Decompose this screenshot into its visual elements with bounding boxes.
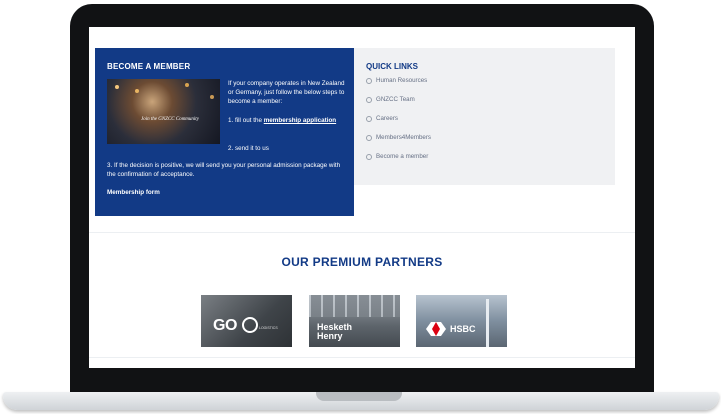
laptop-notch [316, 392, 402, 401]
partner-logo-hsbc[interactable]: HSBC [416, 295, 507, 347]
circle-bullet-icon [366, 153, 372, 160]
quick-link-careers[interactable]: Careers [366, 115, 398, 122]
quick-link-team[interactable]: GNZCC Team [366, 96, 415, 103]
membership-form-link[interactable]: Membership form [107, 188, 227, 197]
circle-bullet-icon [366, 96, 372, 103]
circle-bullet-icon [366, 77, 372, 84]
quick-link-members4members[interactable]: Members4Members [366, 134, 431, 141]
sky-tower-icon [486, 299, 489, 347]
photo-caption: Join the GNZCC Community [141, 117, 199, 122]
hand-icon [242, 317, 258, 333]
community-photo: Join the GNZCC Community [107, 79, 220, 144]
partner-logo-hesketh-henry[interactable]: Hesketh Henry [309, 295, 400, 347]
section-divider [89, 232, 635, 233]
quick-link-become-member[interactable]: Become a member [366, 153, 428, 160]
hesketh-henry-logo-text: Hesketh Henry [317, 322, 353, 341]
member-step-3: 3. If the decision is positive, we will … [107, 162, 341, 178]
circle-bullet-icon [366, 134, 372, 141]
quick-links-title: QUICK LINKS [366, 62, 418, 71]
go-logo-text: GO [213, 317, 237, 334]
quick-links-panel: QUICK LINKS Human Resources GNZCC Team C… [354, 48, 615, 185]
member-step-1: 1. fill out the membership application [228, 117, 337, 124]
partner-logo-go-logistics[interactable]: GO LOGISTICS [201, 295, 292, 347]
become-member-panel: BECOME A MEMBER Join the GNZCC Community… [95, 48, 354, 216]
become-member-title: BECOME A MEMBER [107, 62, 191, 71]
member-intro-text: If your company operates in New Zealand … [228, 80, 345, 105]
bottom-divider [89, 357, 635, 358]
quick-link-human-resources[interactable]: Human Resources [366, 77, 427, 84]
premium-partners-title: OUR PREMIUM PARTNERS [281, 255, 443, 269]
member-step-2: 2. send it to us [228, 145, 269, 152]
circle-bullet-icon [366, 115, 372, 122]
membership-application-link[interactable]: membership application [264, 117, 336, 124]
hsbc-logo-text: HSBC [450, 324, 476, 334]
laptop-screen: BECOME A MEMBER Join the GNZCC Community… [89, 27, 635, 368]
go-logo-subtext: LOGISTICS [259, 326, 278, 330]
